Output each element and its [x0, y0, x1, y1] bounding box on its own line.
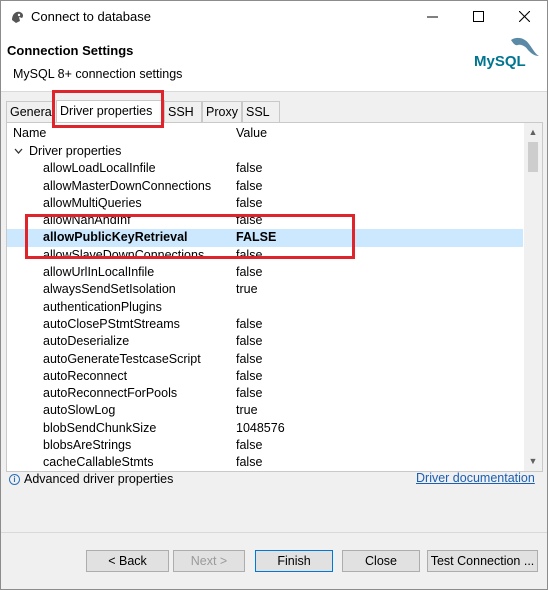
property-name: authenticationPlugins: [43, 299, 162, 314]
property-value[interactable]: true: [236, 402, 258, 419]
test-connection-button[interactable]: Test Connection ...: [427, 550, 538, 572]
app-icon: [12, 11, 24, 23]
property-name: allowLoadLocalInfile: [43, 161, 156, 176]
driver-documentation-link[interactable]: Driver documentation: [416, 471, 535, 485]
property-value[interactable]: true: [236, 281, 258, 298]
property-value[interactable]: false: [236, 368, 262, 385]
property-name: allowMasterDownConnections: [43, 178, 212, 193]
table-row[interactable]: alwaysSendSetIsolation true: [7, 281, 523, 298]
title-bar: Connect to database: [1, 1, 547, 32]
tab-general[interactable]: General: [6, 101, 54, 123]
table-row[interactable]: autoReconnectForPools false: [7, 385, 523, 402]
property-value[interactable]: false: [236, 160, 262, 177]
close-icon: [518, 11, 530, 22]
column-header-name: Name: [13, 126, 47, 140]
property-value[interactable]: false: [236, 385, 262, 402]
tab-proxy[interactable]: Proxy: [202, 101, 242, 123]
table-row[interactable]: allowMultiQueries false: [7, 195, 523, 212]
tab-ssh[interactable]: SSH: [164, 101, 202, 123]
property-value[interactable]: false: [236, 454, 262, 471]
table-row[interactable]: cacheCallableStmts false: [7, 454, 523, 471]
property-value[interactable]: false: [236, 333, 262, 350]
mysql-logo: MySQL: [474, 37, 539, 70]
vertical-scrollbar[interactable]: ▲ ▼: [524, 123, 542, 471]
property-name: alwaysSendSetIsolation: [43, 282, 176, 297]
table-row[interactable]: autoClosePStmtStreams false: [7, 316, 523, 333]
page-subtitle: MySQL 8+ connection settings: [13, 67, 183, 81]
maximize-icon: [472, 11, 484, 22]
property-value[interactable]: false: [236, 178, 262, 195]
tab-ssl[interactable]: SSL: [242, 101, 280, 123]
property-value[interactable]: false: [236, 195, 262, 212]
table-row[interactable]: blobsAreStrings false: [7, 437, 523, 454]
column-header-value: Value: [236, 126, 268, 140]
table-row[interactable]: allowLoadLocalInfile false: [7, 160, 523, 177]
property-name: autoGenerateTestcaseScript: [43, 351, 201, 366]
property-name: allowMultiQueries: [43, 195, 142, 210]
next-button[interactable]: Next >: [173, 550, 245, 572]
maximize-button[interactable]: [455, 1, 501, 32]
back-button[interactable]: < Back: [86, 550, 169, 572]
property-name: blobsAreStrings: [43, 438, 132, 453]
group-label: Driver properties: [29, 144, 122, 158]
close-window-button[interactable]: [501, 1, 547, 32]
minimize-button[interactable]: [409, 1, 455, 32]
property-name: autoReconnect: [43, 368, 128, 383]
property-value[interactable]: false: [236, 437, 262, 454]
property-name: autoDeserialize: [43, 334, 130, 349]
table-row[interactable]: autoReconnect false: [7, 368, 523, 385]
property-name: autoClosePStmtStreams: [43, 316, 180, 331]
highlight-box-tab: [52, 90, 164, 128]
table-row[interactable]: authenticationPlugins: [7, 299, 523, 316]
footer-divider: [1, 532, 547, 533]
table-row[interactable]: autoSlowLog true: [7, 402, 523, 419]
page-title: Connection Settings: [7, 43, 134, 58]
property-name: blobSendChunkSize: [43, 420, 157, 435]
property-name: cacheCallableStmts: [43, 455, 154, 470]
finish-button[interactable]: Finish: [255, 550, 333, 572]
minimize-icon: [426, 16, 438, 18]
table-row[interactable]: blobSendChunkSize 1048576: [7, 420, 523, 437]
property-value[interactable]: false: [236, 351, 262, 368]
info-icon: i: [9, 474, 20, 485]
property-value[interactable]: 1048576: [236, 420, 285, 437]
properties-panel: Name Value Driver properties allowLoadLo…: [6, 122, 543, 472]
advanced-properties-note: i Advanced driver properties: [9, 472, 173, 486]
group-row-driver-properties[interactable]: Driver properties: [7, 143, 523, 160]
property-name: autoReconnectForPools: [43, 386, 178, 401]
connect-dialog: Connect to database Connection Settings …: [0, 0, 548, 590]
scroll-down-arrow-icon[interactable]: ▼: [528, 456, 538, 466]
chevron-down-icon[interactable]: [14, 148, 23, 155]
scrollbar-thumb[interactable]: [528, 142, 538, 172]
properties-tree: Driver properties allowLoadLocalInfile fa…: [7, 143, 523, 472]
mysql-logo-text: MySQL: [474, 53, 526, 70]
close-button[interactable]: Close: [342, 550, 420, 572]
table-row[interactable]: autoDeserialize false: [7, 333, 523, 350]
property-value[interactable]: false: [236, 264, 262, 281]
table-row[interactable]: allowMasterDownConnections false: [7, 178, 523, 195]
advanced-properties-label: Advanced driver properties: [24, 472, 174, 486]
property-name: autoSlowLog: [43, 403, 116, 418]
table-row[interactable]: allowUrlInLocalInfile false: [7, 264, 523, 281]
dialog-header: Connection Settings MySQL 8+ connection …: [1, 32, 547, 92]
highlight-box-row: [25, 214, 355, 259]
property-value[interactable]: false: [236, 316, 262, 333]
table-row[interactable]: autoGenerateTestcaseScript false: [7, 351, 523, 368]
window-title: Connect to database: [31, 9, 151, 24]
property-name: allowUrlInLocalInfile: [43, 265, 155, 280]
scroll-up-arrow-icon[interactable]: ▲: [528, 127, 538, 137]
